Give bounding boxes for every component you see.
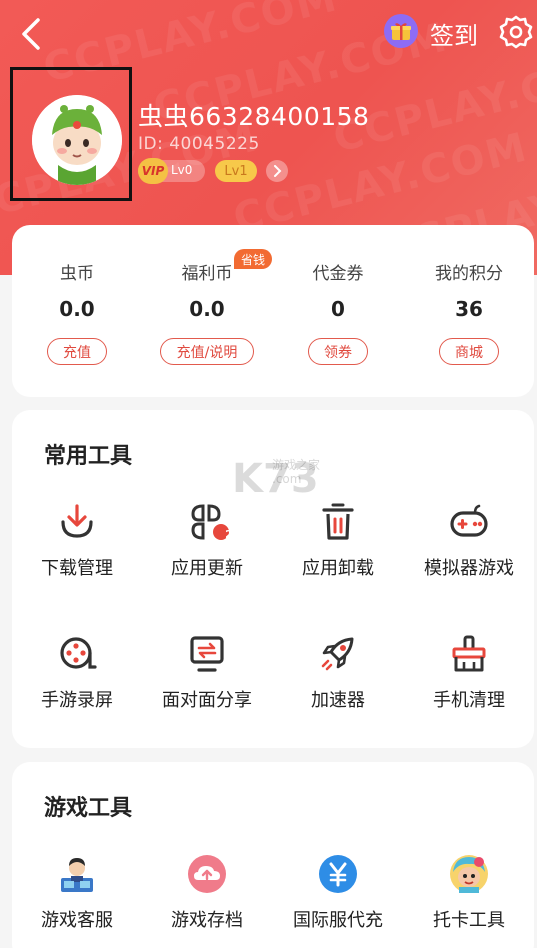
section-title: 游戏工具 [44, 796, 133, 821]
tool-game-save[interactable]: 游戏存档 [142, 854, 272, 948]
tool-face-to-face-share[interactable]: 面对面分享 [142, 634, 272, 744]
tool-uninstall[interactable]: 应用卸载 [273, 502, 403, 612]
tool-label: 游戏存档 [171, 910, 243, 931]
wallet-value: 0.0 [59, 297, 95, 321]
vip-badge[interactable]: VIP Lv0 [138, 158, 205, 184]
tool-app-update[interactable]: 2 应用更新 [142, 502, 272, 612]
wallet-label: 我的积分 [435, 264, 503, 284]
toca-character-icon [449, 854, 489, 894]
save-money-badge: 省钱 [234, 249, 272, 269]
tool-label: 面对面分享 [162, 690, 252, 711]
settings-gear-icon[interactable] [498, 14, 534, 50]
tool-accelerator[interactable]: 加速器 [273, 634, 403, 744]
tool-label: 托卡工具 [433, 910, 505, 931]
checkin-button[interactable]: 签到 [430, 16, 478, 51]
share-screen-icon [187, 634, 227, 674]
tool-label: 国际服代充 [293, 910, 383, 931]
wallet-item-points[interactable]: 我的积分 36 商城 [404, 225, 534, 397]
wallet-item-voucher[interactable]: 代金券 0 领券 [273, 225, 403, 397]
chevron-right-icon[interactable] [266, 160, 288, 182]
section-title: 常用工具 [44, 444, 133, 469]
wallet-item-chongbi[interactable]: 虫币 0.0 充值 [12, 225, 142, 397]
tool-download-manager[interactable]: 下载管理 [12, 502, 142, 612]
tool-label: 游戏客服 [41, 910, 113, 931]
back-icon[interactable] [14, 14, 50, 54]
game-tools-card: 游戏工具 游戏客服 游戏存档 国际服代充 托卡工具 [12, 762, 534, 948]
recharge-button[interactable]: 充值 [47, 338, 107, 365]
film-reel-icon [57, 634, 97, 674]
wallet-label: 代金券 [312, 264, 364, 284]
tool-label: 应用卸载 [302, 558, 374, 579]
store-button[interactable]: 商城 [439, 338, 499, 365]
site-watermark-sub1: 游戏之家 [272, 458, 321, 472]
vip-tag: VIP [138, 158, 168, 184]
wallet-label: 虫币 [60, 264, 94, 284]
trash-icon [318, 502, 358, 542]
vip-level: Lv0 [171, 163, 193, 177]
customer-service-icon [57, 854, 97, 894]
update-count-badge: 2 [225, 527, 233, 541]
claim-voucher-button[interactable]: 领券 [308, 338, 368, 365]
tool-label: 模拟器游戏 [424, 558, 514, 579]
tool-label: 下载管理 [41, 558, 113, 579]
avatar[interactable] [32, 95, 122, 185]
site-watermark-sub: 游戏之家 .com [272, 458, 320, 486]
user-id: ID: 40045225 [138, 134, 260, 154]
tool-label: 应用更新 [171, 558, 243, 579]
level-badge[interactable]: Lv1 [215, 160, 257, 182]
wallet-value: 36 [455, 297, 483, 321]
gift-icon[interactable] [384, 14, 418, 48]
recharge-info-button[interactable]: 充值/说明 [160, 338, 254, 365]
tool-emulator-games[interactable]: 模拟器游戏 [404, 502, 534, 612]
broom-icon [449, 634, 489, 674]
tool-game-customer-service[interactable]: 游戏客服 [12, 854, 142, 948]
cloud-upload-icon [187, 854, 227, 894]
username: 虫虫66328400158 [138, 102, 370, 131]
rocket-icon [318, 634, 358, 674]
tool-intl-recharge[interactable]: 国际服代充 [273, 854, 403, 948]
wallet-value: 0 [331, 297, 345, 321]
site-watermark-sub2: .com [272, 472, 302, 486]
tool-toca-tools[interactable]: 托卡工具 [404, 854, 534, 948]
download-icon [57, 502, 97, 542]
tool-label: 加速器 [311, 690, 365, 711]
gamepad-icon [449, 502, 489, 542]
yuan-icon [318, 854, 358, 894]
wallet-value: 0.0 [189, 297, 225, 321]
wallet-card: 虫币 0.0 充值 福利币 0.0 充值/说明 代金券 0 领券 我的积分 36… [12, 225, 534, 397]
tool-label: 手机清理 [433, 690, 505, 711]
tool-screen-record[interactable]: 手游录屏 [12, 634, 142, 744]
tool-phone-cleanup[interactable]: 手机清理 [404, 634, 534, 744]
tool-label: 手游录屏 [41, 690, 113, 711]
